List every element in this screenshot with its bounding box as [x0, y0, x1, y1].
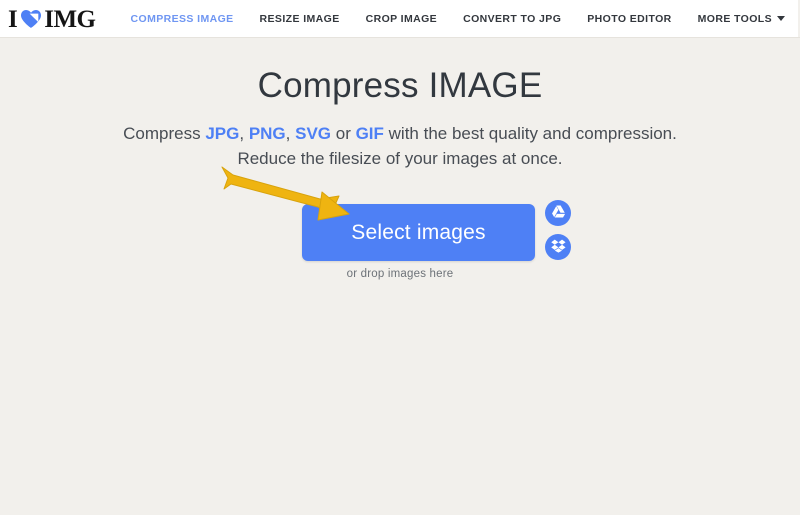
format-link-gif[interactable]: GIF [356, 124, 384, 143]
format-link-svg[interactable]: SVG [295, 124, 331, 143]
nav-label: PHOTO EDITOR [587, 12, 672, 25]
dropbox-button[interactable] [545, 234, 571, 261]
subtitle-sep-2: , [285, 124, 296, 143]
page-subtitle: Compress JPG, PNG, SVG or GIF with the b… [0, 106, 800, 171]
dropbox-icon [550, 239, 566, 256]
site-header: I IMG COMPRESS IMAGE RESIZE IMAGE CROP I… [0, 0, 800, 38]
google-drive-icon [551, 204, 566, 222]
drop-hint-text: or drop images here [346, 268, 454, 281]
nav-item-compress-image[interactable]: COMPRESS IMAGE [118, 0, 247, 38]
format-link-jpg[interactable]: JPG [205, 124, 239, 143]
subtitle-text-tail: with the best quality and compression. [383, 124, 677, 143]
google-drive-button[interactable] [545, 200, 571, 227]
subtitle-sep-3: or [331, 124, 356, 143]
subtitle-line-2: Reduce the filesize of your images at on… [237, 148, 563, 168]
nav-item-convert-to-jpg[interactable]: CONVERT TO JPG [450, 0, 574, 38]
nav-label: MORE TOOLS [697, 12, 773, 25]
nav-label: COMPRESS IMAGE [130, 12, 234, 25]
chevron-down-icon [777, 16, 786, 21]
main-navigation: COMPRESS IMAGE RESIZE IMAGE CROP IMAGE C… [106, 0, 799, 37]
nav-item-crop-image[interactable]: CROP IMAGE [353, 0, 450, 38]
logo-text-suffix: IMG [44, 5, 96, 33]
main-content: Compress IMAGE Compress JPG, PNG, SVG or… [0, 38, 800, 316]
format-link-png[interactable]: PNG [249, 124, 286, 143]
logo-text-prefix: I [8, 5, 18, 33]
nav-label: CONVERT TO JPG [463, 12, 562, 25]
subtitle-text-lead: Compress [123, 124, 206, 143]
subtitle-sep-1: , [239, 124, 249, 143]
upload-area: Select images or drop images here [0, 196, 800, 316]
nav-label: RESIZE IMAGE [259, 12, 340, 25]
select-images-button[interactable]: Select images [302, 204, 535, 262]
heart-icon [20, 9, 42, 29]
page-title: Compress IMAGE [257, 66, 543, 105]
nav-item-photo-editor[interactable]: PHOTO EDITOR [574, 0, 684, 38]
nav-item-more-tools[interactable]: MORE TOOLS [685, 0, 798, 38]
nav-label: CROP IMAGE [365, 12, 438, 25]
logo-iloveimg[interactable]: I IMG [0, 0, 106, 38]
nav-item-resize-image[interactable]: RESIZE IMAGE [247, 0, 353, 38]
